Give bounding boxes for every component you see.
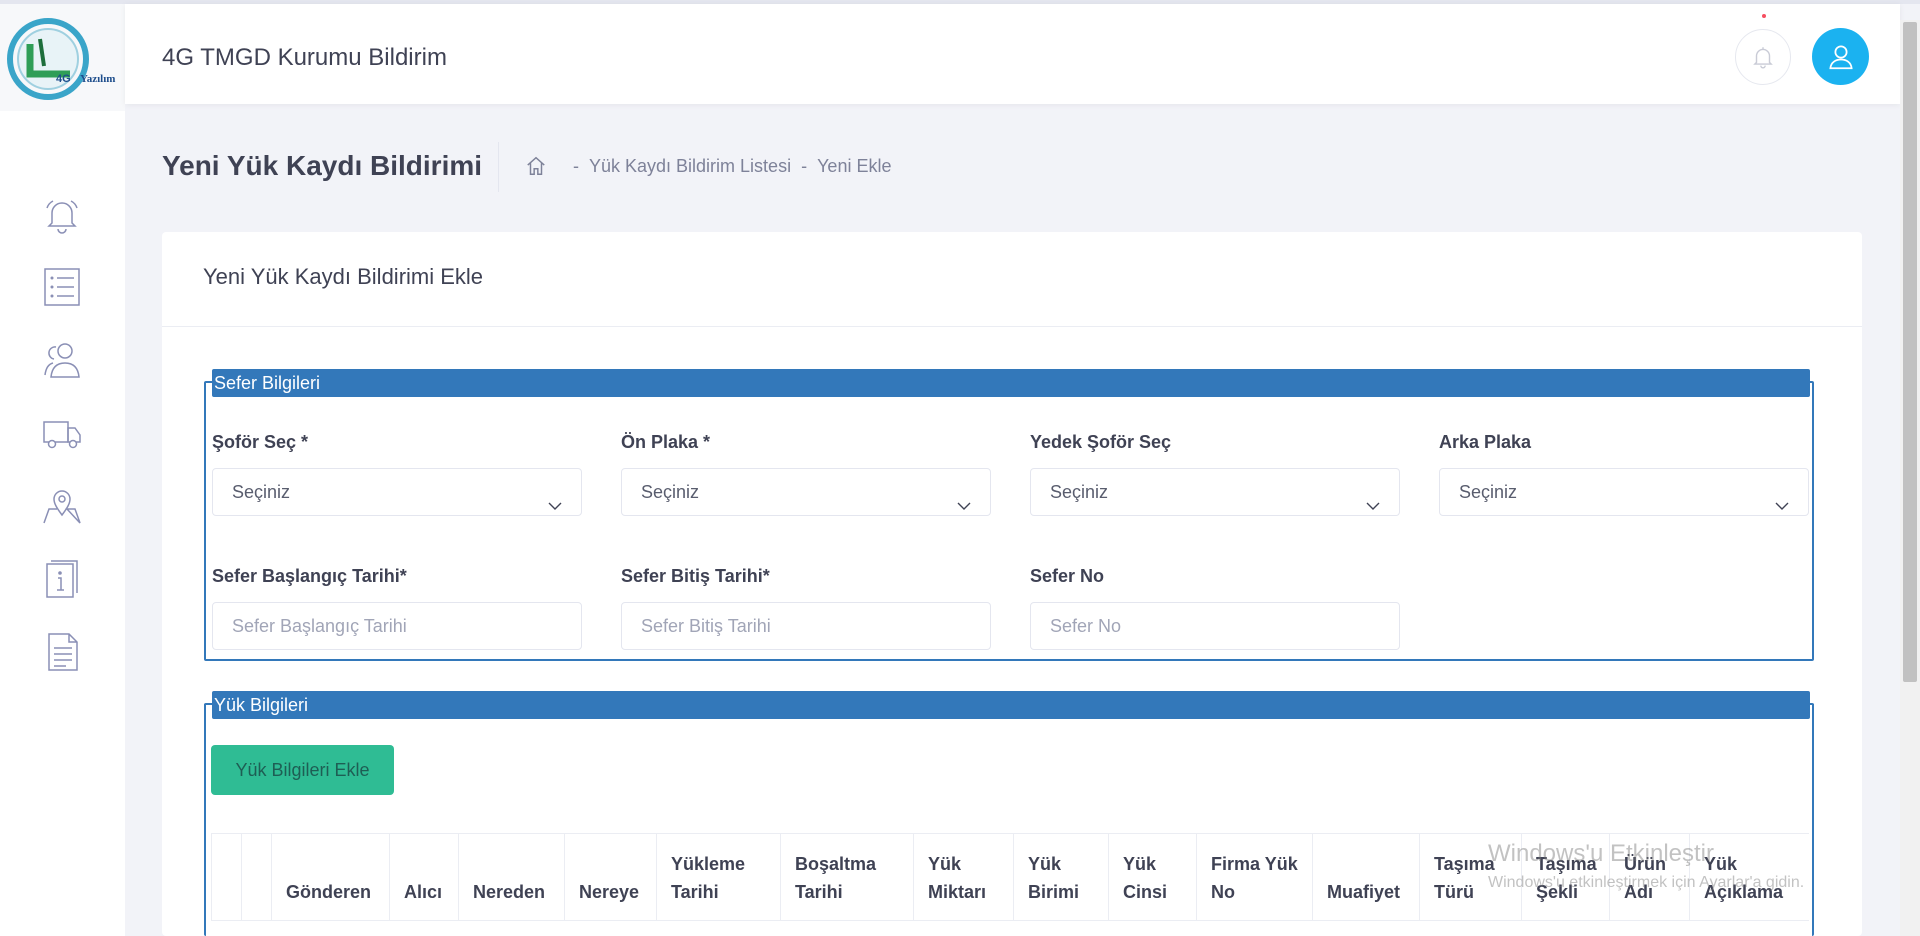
logo[interactable]: 4G Yazılım xyxy=(0,4,125,111)
activation-watermark-title: Windows'u Etkinleştir xyxy=(1488,840,1714,867)
table-header-alici[interactable]: Alıcı xyxy=(389,834,458,920)
table-header-cell xyxy=(241,834,271,920)
user-icon xyxy=(1828,45,1853,69)
table-header-bosaltma-tarihi[interactable]: Boşaltma Tarihi xyxy=(780,834,913,920)
chevron-down-icon xyxy=(957,502,971,510)
chevron-down-icon xyxy=(1775,502,1789,510)
sidebar xyxy=(0,111,125,936)
home-link[interactable] xyxy=(525,155,547,177)
breadcrumb-item-current: Yeni Ekle xyxy=(817,155,892,176)
sofor-label: Şoför Seç * xyxy=(212,432,309,452)
logo-icon: 4G Yazılım xyxy=(7,18,115,100)
on-plaka-label: Ön Plaka * xyxy=(621,432,711,452)
table-header-yuk-birimi[interactable]: Yük Birimi xyxy=(1013,834,1108,920)
chevron-down-icon xyxy=(1366,502,1380,510)
table-header-muafiyet[interactable]: Muafiyet xyxy=(1312,834,1419,920)
notifications-button[interactable] xyxy=(1735,29,1791,85)
yedek-sofor-select-value: Seçiniz xyxy=(1050,482,1109,502)
baslangic-label: Sefer Başlangıç Tarihi* xyxy=(212,566,407,586)
table-header-yukleme-tarihi[interactable]: Yükleme Tarihi xyxy=(656,834,780,920)
notification-dot xyxy=(1762,14,1766,18)
sidebar-item-vehicles[interactable] xyxy=(41,412,83,454)
sefer-no-label: Sefer No xyxy=(1030,566,1105,586)
page-title: Yeni Yük Kaydı Bildirimi xyxy=(162,150,483,181)
form-card: Yeni Yük Kaydı Bildirimi Ekle Sefer Bilg… xyxy=(162,232,1862,936)
card-divider xyxy=(162,326,1862,327)
logo-text: 4G xyxy=(56,73,71,85)
users-icon xyxy=(44,343,80,378)
title-separator xyxy=(498,142,499,192)
yuk-fieldset: Yük Bilgileri Yük Bilgileri Ekle Göndere… xyxy=(204,691,1814,936)
breadcrumb-item-list[interactable]: Yük Kaydı Bildirim Listesi xyxy=(589,156,791,177)
svg-text:Yazılım: Yazılım xyxy=(80,73,115,85)
bell-icon xyxy=(1753,47,1773,69)
activation-watermark-subtitle: Windows'u etkinleştirmek için Ayarlar'a … xyxy=(1488,874,1805,891)
bitis-label: Sefer Bitiş Tarihi* xyxy=(621,566,770,586)
document-icon xyxy=(48,633,78,671)
sofor-select[interactable]: Seçiniz xyxy=(212,468,582,516)
sidebar-item-users[interactable] xyxy=(41,339,83,381)
baslangic-date-input[interactable] xyxy=(212,602,582,650)
user-profile-button[interactable] xyxy=(1812,28,1869,85)
arka-plaka-select[interactable]: Seçiniz xyxy=(1439,468,1809,516)
sidebar-item-documents[interactable] xyxy=(41,631,83,673)
chevron-down-icon xyxy=(548,502,562,510)
sefer-legend: Sefer Bilgileri xyxy=(212,369,1810,397)
table-header-yuk-cinsi[interactable]: Yük Cinsi xyxy=(1108,834,1196,920)
table-header-nereye[interactable]: Nereye xyxy=(564,834,656,920)
home-icon xyxy=(527,156,545,175)
table-header-yuk-miktari[interactable]: Yük Miktarı xyxy=(913,834,1013,920)
arka-plaka-select-value: Seçiniz xyxy=(1459,482,1518,502)
sidebar-item-list[interactable] xyxy=(41,266,83,308)
bell-icon xyxy=(46,200,78,234)
sefer-no-input[interactable] xyxy=(1030,602,1400,650)
scrollbar-thumb[interactable] xyxy=(1903,22,1917,682)
sidebar-item-info[interactable] xyxy=(41,558,83,600)
bitis-date-input[interactable] xyxy=(621,602,991,650)
breadcrumb-separator: - xyxy=(801,155,808,176)
breadcrumb-separator: - xyxy=(573,155,579,176)
top-header: 4G TMGD Kurumu Bildirim xyxy=(125,4,1900,104)
arka-plaka-label: Arka Plaka xyxy=(1439,432,1532,452)
on-plaka-select[interactable]: Seçiniz xyxy=(621,468,991,516)
table-header-cell xyxy=(211,834,241,920)
sofor-select-value: Seçiniz xyxy=(232,482,291,502)
add-yuk-button[interactable]: Yük Bilgileri Ekle xyxy=(211,745,394,795)
table-header-firma-yuk-no[interactable]: Firma Yük No xyxy=(1196,834,1312,920)
table-header-gonderen[interactable]: Gönderen xyxy=(271,834,389,920)
sidebar-item-locations[interactable] xyxy=(41,485,83,527)
truck-icon xyxy=(43,421,81,449)
card-title: Yeni Yük Kaydı Bildirimi Ekle xyxy=(203,264,484,289)
on-plaka-select-value: Seçiniz xyxy=(641,482,700,502)
sidebar-item-notifications[interactable] xyxy=(41,193,83,235)
table-header-nereden[interactable]: Nereden xyxy=(458,834,564,920)
app-title: 4G TMGD Kurumu Bildirim xyxy=(162,44,447,71)
info-book-icon xyxy=(46,560,78,598)
yedek-sofor-select[interactable]: Seçiniz xyxy=(1030,468,1400,516)
sefer-fieldset: Sefer Bilgileri Şoför Seç * Seçiniz Ön P… xyxy=(204,369,1814,661)
yuk-legend: Yük Bilgileri xyxy=(212,691,1810,719)
map-pin-icon xyxy=(43,490,81,524)
list-icon xyxy=(44,268,80,306)
breadcrumb: - Yük Kaydı Bildirim Listesi - Yeni Ekle xyxy=(525,155,901,177)
yedek-sofor-label: Yedek Şoför Seç xyxy=(1030,432,1172,452)
